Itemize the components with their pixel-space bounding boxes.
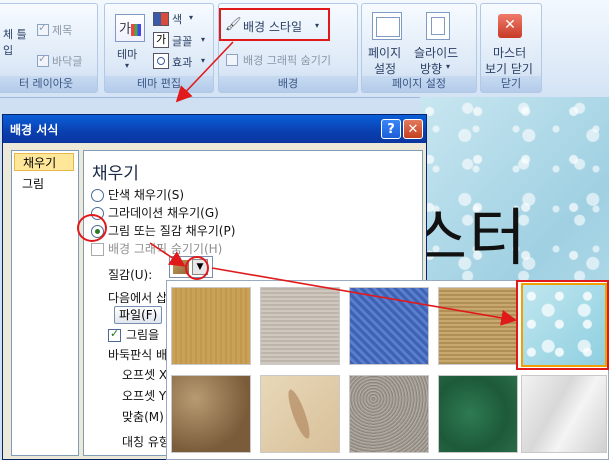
- group-label-layout: 터 레이아웃: [0, 76, 97, 92]
- highlight-selected-texture: [516, 280, 609, 370]
- layout-fragment-1[interactable]: 체 틀: [3, 26, 27, 42]
- tile-picture-label: 그림을: [126, 328, 160, 342]
- offset-x-label: 오프셋 X: [122, 368, 168, 382]
- layout-fragment-2[interactable]: 입: [3, 42, 13, 58]
- ribbon-group-close: ✕ 마스터 보기 닫기 닫기: [480, 3, 542, 93]
- close-master-view-icon[interactable]: ✕: [498, 14, 522, 38]
- texture-fish-fossil[interactable]: [260, 375, 340, 453]
- texture-label: 질감(U):: [108, 268, 153, 282]
- nav-item-fill[interactable]: 채우기: [14, 153, 74, 171]
- dialog-title: 배경 서식: [10, 123, 59, 137]
- hide-background-label: 배경 그래픽 숨기기(H): [108, 242, 223, 256]
- close-master-label-2[interactable]: 보기 닫기: [485, 60, 533, 77]
- theme-button-label[interactable]: 테마: [117, 46, 137, 62]
- theme-dropdown-icon[interactable]: ▾: [125, 61, 129, 70]
- effects-label[interactable]: 효과: [172, 54, 192, 70]
- texture-denim[interactable]: [349, 287, 429, 365]
- texture-green-marble[interactable]: [438, 375, 518, 453]
- fonts-label[interactable]: 글꼴: [172, 33, 192, 49]
- file-button[interactable]: 파일(F): [114, 306, 163, 324]
- solid-fill-radio[interactable]: [91, 189, 104, 202]
- footer-checkbox[interactable]: [37, 52, 49, 67]
- page-setup-label-1[interactable]: 페이지: [368, 44, 401, 61]
- mirror-type-label: 대칭 유형: [122, 435, 170, 449]
- slide-orientation-label-1[interactable]: 슬라이드: [414, 44, 458, 61]
- title-checkbox[interactable]: [37, 21, 49, 36]
- texture-woven-mat[interactable]: [438, 287, 518, 365]
- hide-background-graphics-label: 배경 그래픽 숨기기: [243, 54, 331, 67]
- ribbon-group-master-layout: 체 틀 입 제목 바닥글 터 레이아웃: [0, 3, 98, 93]
- insert-from-label: 다음에서 삽: [108, 291, 168, 305]
- colors-dropdown-icon[interactable]: ▾: [189, 13, 193, 22]
- alignment-label: 맞춤(M): [122, 410, 164, 424]
- picture-texture-fill-label[interactable]: 그림 또는 질감 채우기(P): [108, 222, 235, 239]
- ribbon-group-page-setup: 페이지 설정 슬라이드 방향 ▾ 페이지 설정: [361, 3, 477, 93]
- slide-orientation-label-2[interactable]: 방향: [420, 60, 442, 77]
- hide-background-graphics-checkbox[interactable]: [226, 54, 238, 66]
- tiling-options-label: 바둑판식 배: [108, 348, 168, 362]
- page-setup-label-2[interactable]: 설정: [374, 60, 396, 77]
- theme-icon[interactable]: 가: [115, 14, 145, 42]
- highlight-texture-dropdown: [185, 256, 209, 280]
- effects-icon[interactable]: [153, 53, 169, 69]
- highlight-background-styles: [219, 8, 330, 41]
- help-button[interactable]: ?: [381, 119, 401, 139]
- texture-sand[interactable]: [349, 375, 429, 453]
- hide-background-checkbox[interactable]: [91, 243, 104, 256]
- dialog-titlebar[interactable]: 배경 서식 ? ✕: [3, 115, 426, 143]
- close-master-label-1[interactable]: 마스터: [493, 44, 526, 61]
- texture-brown-paper[interactable]: [171, 375, 251, 453]
- fonts-dropdown-icon[interactable]: ▾: [201, 35, 205, 44]
- texture-papyrus[interactable]: [171, 287, 251, 365]
- group-label-background: 배경: [219, 76, 357, 92]
- solid-fill-label[interactable]: 단색 채우기(S): [108, 186, 184, 203]
- nav-item-picture[interactable]: 그림: [14, 175, 74, 193]
- effects-dropdown-icon[interactable]: ▾: [201, 56, 205, 65]
- slide-title-fragment[interactable]: 스터: [410, 187, 528, 277]
- ribbon-group-edit-theme: 가 테마 ▾ 색 ▾ 가 글꼴 ▾ 효과 ▾ 테마 편집: [104, 3, 214, 93]
- fonts-icon[interactable]: 가: [153, 32, 169, 48]
- colors-icon[interactable]: [153, 12, 169, 26]
- title-checkbox-label: 제목: [52, 24, 73, 37]
- panel-title: 채우기: [92, 164, 139, 184]
- highlight-texture-radio: [77, 214, 107, 242]
- page-setup-icon[interactable]: [372, 12, 402, 40]
- tile-picture-checkbox[interactable]: [108, 327, 121, 342]
- texture-canvas[interactable]: [260, 287, 340, 365]
- footer-checkbox-label: 바닥글: [52, 55, 83, 68]
- group-label-page-setup: 페이지 설정: [362, 76, 476, 92]
- texture-white-marble[interactable]: [521, 375, 607, 453]
- fossil-icon: [284, 387, 314, 441]
- gradient-fill-label[interactable]: 그라데이션 채우기(G): [108, 204, 219, 221]
- close-button[interactable]: ✕: [403, 119, 423, 139]
- slide-orientation-icon[interactable]: [426, 12, 450, 40]
- slide-orientation-dropdown-icon[interactable]: ▾: [446, 62, 450, 71]
- offset-y-label: 오프셋 Y: [122, 389, 167, 403]
- dialog-nav-list: 채우기 그림: [11, 150, 79, 456]
- group-label-close: 닫기: [481, 76, 541, 92]
- colors-label[interactable]: 색: [172, 11, 182, 27]
- group-label-theme: 테마 편집: [105, 76, 213, 92]
